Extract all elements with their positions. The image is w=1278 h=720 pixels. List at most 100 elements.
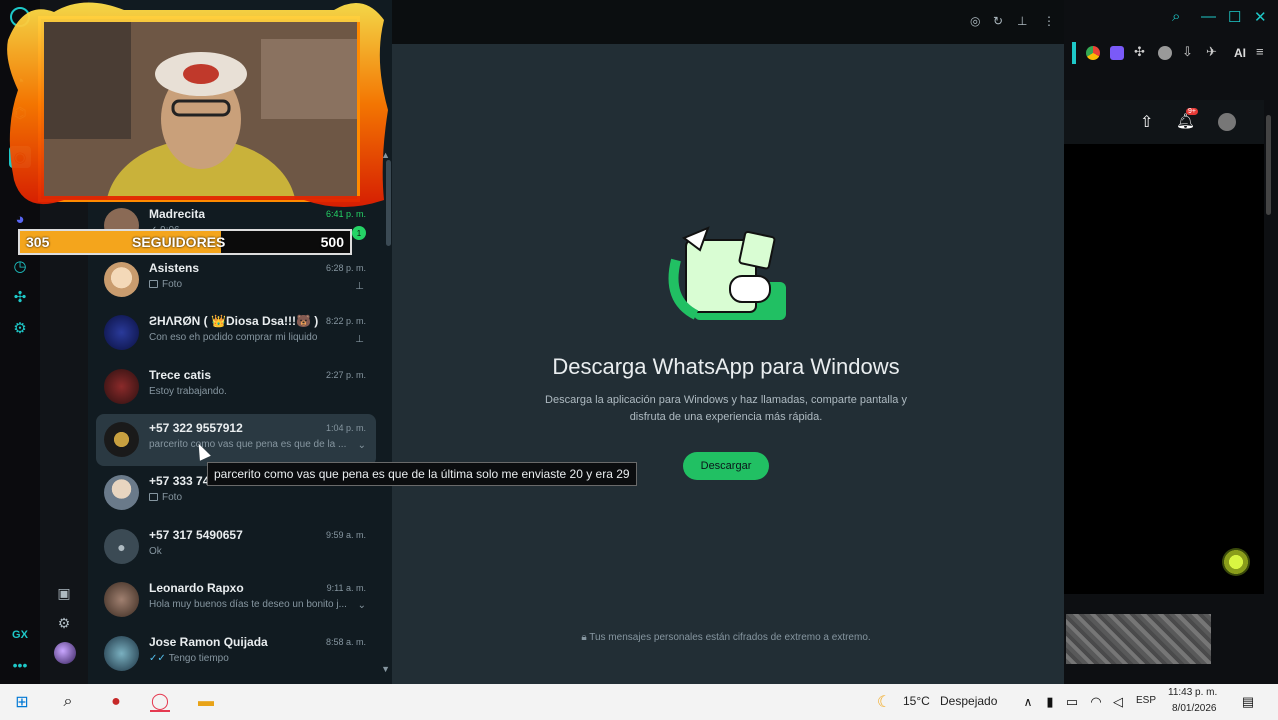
- profile-mask-icon[interactable]: [1218, 113, 1236, 131]
- panel-window-bar: ◎ ↻ ⊥ ⋮: [392, 0, 1064, 44]
- hamburger-menu-icon[interactable]: ≡: [1256, 44, 1270, 59]
- avatar: [104, 315, 139, 350]
- webcam-overlay: [38, 16, 360, 202]
- volume-icon[interactable]: ◁: [1108, 692, 1128, 712]
- weather-temp[interactable]: 15°C: [903, 694, 930, 708]
- chat-row-asistens[interactable]: Asistens 6:28 p. m. Foto ⊥: [96, 254, 376, 306]
- copilot-extension-icon[interactable]: [1110, 46, 1124, 60]
- clock-date[interactable]: 8/01/2026: [1172, 703, 1217, 714]
- profile-avatar[interactable]: [54, 642, 76, 664]
- gx-store-label[interactable]: GX: [9, 624, 31, 646]
- side-panel-body: [1064, 144, 1264, 594]
- download-button[interactable]: Descargar: [682, 452, 770, 480]
- reload-icon[interactable]: ↻: [993, 14, 1003, 28]
- ai-button[interactable]: AI: [1234, 46, 1246, 60]
- main-pane: ◎ ↻ ⊥ ⋮ Descarga WhatsApp para Windows D…: [392, 0, 1064, 684]
- chrome-extension-icon[interactable]: [1086, 46, 1100, 60]
- side-panel-scrollbar[interactable]: [1266, 115, 1271, 215]
- followers-goal: 500: [320, 234, 344, 250]
- windows-taskbar: ⊞ ⌕ ● ◯ ▬ ☾ 15°C Despejado ∧ ▮ ▭ ◠ ◁ ESP…: [0, 684, 1278, 720]
- encryption-text: Tus mensajes personales están cifrados d…: [589, 632, 871, 643]
- download-icon[interactable]: ⇩: [1182, 44, 1196, 59]
- pin-panel-icon[interactable]: ⊥: [1017, 14, 1027, 28]
- menu-dots-icon[interactable]: ⋮: [1043, 14, 1055, 28]
- chat-row-sharon[interactable]: ƧHΛRØN ( 👑Diosa Dsa!!!🐻 ) 8:22 p. m. Con…: [96, 307, 376, 359]
- chat-time: 9:11 a. m.: [326, 583, 366, 593]
- vpn-icon[interactable]: ✈: [1206, 44, 1220, 59]
- avatar: [104, 636, 139, 671]
- scroll-up-arrow-icon[interactable]: ▲: [381, 150, 390, 160]
- download-illustration: [656, 220, 796, 330]
- speed-dial-icon[interactable]: ◔: [9, 70, 31, 92]
- chat-row-jose-ramon-quijada[interactable]: Jose Ramon Quijada 8:58 a. m. ✓✓ Tengo ti…: [96, 628, 376, 680]
- chat-list-scrollbar[interactable]: [386, 160, 391, 246]
- app-taskbar-icon[interactable]: ●: [106, 692, 126, 712]
- clock-time[interactable]: 11:43 p. m.: [1168, 687, 1217, 698]
- language-indicator[interactable]: ESP: [1136, 695, 1156, 706]
- upload-icon[interactable]: ⇧: [1140, 112, 1153, 132]
- microphone-icon[interactable]: ▮: [1040, 692, 1060, 712]
- avatar: [104, 369, 139, 404]
- chat-preview: Foto: [149, 492, 182, 503]
- chat-preview: Ok: [149, 546, 162, 557]
- weather-icon[interactable]: ☾: [874, 692, 894, 712]
- chat-row-57-322-9557912[interactable]: +57 322 9557912 1:04 p. m. parcerito com…: [96, 414, 376, 466]
- notification-badge: 9+: [1186, 108, 1198, 115]
- chevron-down-icon[interactable]: ⌄: [358, 600, 366, 611]
- avatar: [104, 422, 139, 457]
- pin-icon: ⊥: [355, 281, 364, 292]
- close-icon[interactable]: ✕: [1254, 8, 1267, 26]
- extensions-icon[interactable]: ✣: [9, 286, 31, 308]
- chat-name: ƧHΛRØN ( 👑Diosa Dsa!!!🐻 ): [149, 314, 319, 328]
- file-explorer-icon[interactable]: ▬: [196, 692, 216, 712]
- chat-preview: parcerito como vas que pena es que de la…: [149, 439, 347, 450]
- chevron-down-icon[interactable]: ⌄: [358, 440, 366, 451]
- windows-start-icon[interactable]: ⊞: [12, 692, 32, 712]
- whatsapp-sidebar-icon[interactable]: ◉: [9, 146, 31, 168]
- chat-time: 9:59 a. m.: [325, 530, 366, 540]
- chat-row-57-317-5490657[interactable]: ● +57 317 5490657 9:59 a. m. Ok: [96, 521, 376, 573]
- chat-preview: ✓✓ Tengo tiempo: [149, 653, 229, 664]
- more-icon[interactable]: •••: [9, 654, 31, 676]
- notification-center-icon[interactable]: ▤: [1238, 692, 1258, 712]
- toolbar-divider: [1072, 42, 1076, 64]
- settings-icon[interactable]: ⚙: [9, 317, 31, 339]
- photo-icon: [149, 493, 158, 501]
- chat-row-trece-catis[interactable]: Trece catis 2:27 p. m. Estoy trabajando.: [96, 361, 376, 413]
- discord-icon[interactable]: ◕: [9, 208, 31, 230]
- minimize-icon[interactable]: —: [1201, 8, 1216, 25]
- welcome-section: Descarga WhatsApp para Windows Descarga …: [392, 220, 1060, 480]
- chat-name: +57 317 5490657: [149, 528, 243, 542]
- puzzle-extension-icon[interactable]: ✣: [1134, 44, 1148, 59]
- side-panel-header: ⇧ 🔔︎ 9+: [1064, 100, 1264, 144]
- followers-label: SEGUIDORES: [132, 234, 226, 250]
- weather-text[interactable]: Despejado: [940, 694, 997, 708]
- history-icon[interactable]: ◷: [9, 255, 31, 277]
- opera-logo-icon[interactable]: [10, 7, 30, 27]
- floating-extension-icon[interactable]: [1222, 548, 1250, 576]
- chat-name: +57 322 9557912: [149, 421, 243, 435]
- search-icon[interactable]: ⌕: [1172, 8, 1180, 25]
- chat-name: Trece catis: [149, 368, 212, 382]
- maximize-icon[interactable]: ☐: [1228, 8, 1241, 26]
- chat-time: 8:58 a. m.: [325, 637, 366, 647]
- chat-name: Asistens: [149, 261, 200, 275]
- scroll-down-arrow-icon[interactable]: ▼: [381, 664, 390, 674]
- search-taskbar-icon[interactable]: ⌕: [58, 692, 78, 712]
- wifi-icon[interactable]: ◠: [1086, 692, 1106, 712]
- chat-row-leonardo-rapxo[interactable]: Leonardo Rapxo 9:11 a. m. Hola muy bueno…: [96, 574, 376, 626]
- double-check-icon: ✓✓: [149, 653, 166, 664]
- wa-settings-icon[interactable]: ⚙: [55, 614, 73, 632]
- chat-time: 6:41 p. m.: [325, 209, 366, 219]
- opera-gx-sidebar: ◔ ⌬ ◉ ◕ ◷ ✣ ⚙ GX •••: [0, 0, 40, 684]
- message-tooltip: parcerito como vas que pena es que de la…: [207, 462, 637, 486]
- avatar: [104, 475, 139, 510]
- battery-icon[interactable]: ▭: [1062, 692, 1082, 712]
- mask-extension-icon[interactable]: [1158, 46, 1172, 60]
- gx-control-icon[interactable]: ⌬: [9, 102, 31, 124]
- opera-gx-taskbar-icon[interactable]: ◯: [150, 692, 170, 712]
- chevron-up-icon[interactable]: ∧: [1018, 692, 1038, 712]
- target-icon[interactable]: ◎: [970, 14, 980, 28]
- media-gallery-icon[interactable]: ▣: [55, 584, 73, 602]
- chat-preview: Con eso eh podido comprar mi liquido: [149, 332, 318, 343]
